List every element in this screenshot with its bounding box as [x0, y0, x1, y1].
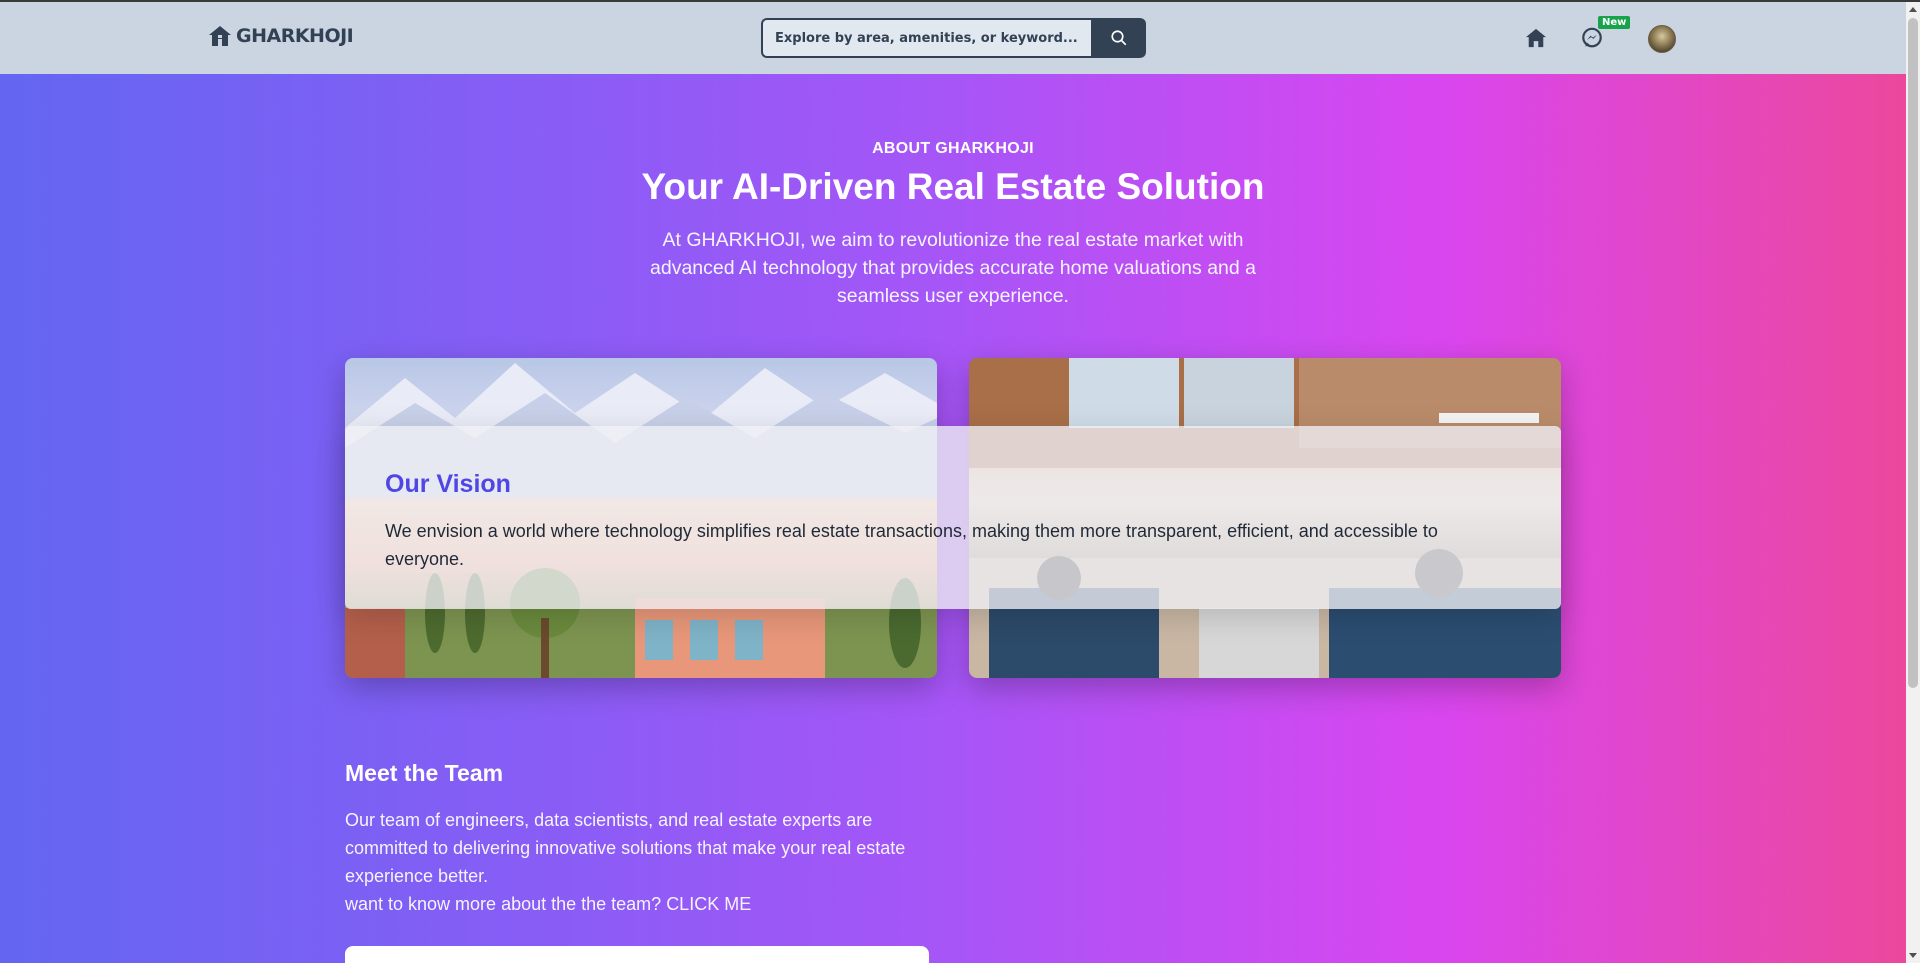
scrollbar[interactable]	[1906, 2, 1920, 963]
new-badge: New	[1598, 16, 1631, 29]
vision-title: Our Vision	[385, 470, 511, 498]
nav-actions: New	[1520, 16, 1631, 54]
messages-link[interactable]: New	[1576, 16, 1631, 54]
house-icon	[209, 26, 231, 46]
hero-description: At GHARKHOJI, we aim to revolutionize th…	[650, 229, 1256, 307]
team-more-link[interactable]: want to know more about the the team? CL…	[345, 890, 751, 918]
section-eyebrow: ABOUT GHARKHOJI	[872, 140, 1034, 157]
team-title: Meet the Team	[345, 760, 504, 786]
scroll-up-icon[interactable]	[1909, 7, 1917, 12]
brand-logo[interactable]: GHARKHOJI	[208, 24, 354, 48]
vision-text: We envision a world where technology sim…	[385, 521, 1438, 569]
vision-card: Our Vision We envision a world where tec…	[345, 426, 1561, 609]
messenger-icon	[1582, 27, 1602, 48]
search-bar	[761, 18, 1146, 58]
search-input[interactable]	[761, 18, 1091, 58]
team-description: Our team of engineers, data scientists, …	[345, 810, 906, 886]
scroll-down-icon[interactable]	[1909, 953, 1917, 958]
search-icon	[1110, 30, 1126, 46]
navbar: GHARKHOJI New	[0, 2, 1906, 74]
team-card	[345, 946, 929, 963]
brand-name: GHARKHOJI	[236, 25, 354, 47]
avatar[interactable]	[1648, 25, 1676, 53]
search-button[interactable]	[1091, 18, 1146, 58]
page-title: Your AI-Driven Real Estate Solution	[641, 166, 1265, 207]
home-icon	[1526, 28, 1546, 48]
scrollbar-thumb[interactable]	[1908, 18, 1918, 688]
home-link[interactable]	[1520, 22, 1552, 54]
